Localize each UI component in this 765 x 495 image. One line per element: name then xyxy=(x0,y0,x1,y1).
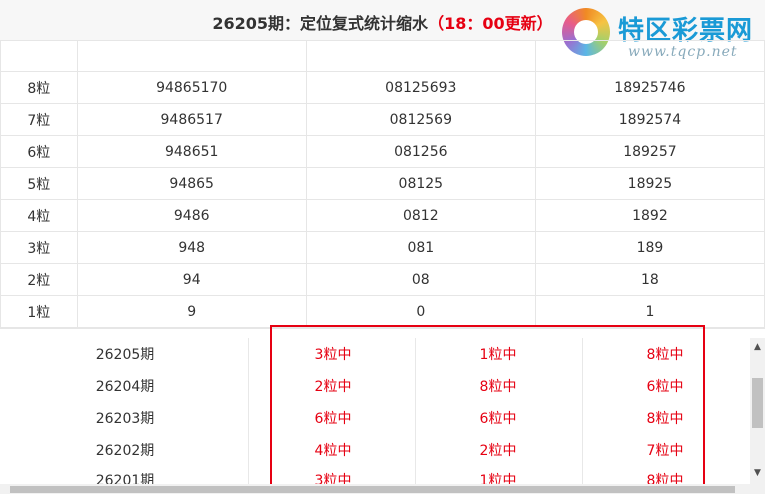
table-header-row xyxy=(0,40,765,72)
table-row: 3粒 948 081 189 xyxy=(0,231,765,264)
title-update-time: （18：00更新） xyxy=(428,14,553,33)
scroll-up-icon[interactable]: ▲ xyxy=(750,340,765,354)
period-label: 26205期 xyxy=(95,347,155,363)
row-label: 5粒 xyxy=(0,167,78,200)
scrollbar-thumb[interactable] xyxy=(752,378,763,428)
table-row: 7粒 9486517 0812569 1892574 xyxy=(0,103,765,136)
table-cell: 081 xyxy=(305,231,536,264)
period-label: 26204期 xyxy=(95,379,155,395)
table-cell: 948 xyxy=(76,231,307,264)
row-label: 1粒 xyxy=(0,295,78,328)
header-cell xyxy=(534,40,765,72)
row-label: 8粒 xyxy=(0,71,78,104)
horizontal-scrollbar-thumb[interactable] xyxy=(10,486,735,493)
table-cell: 081256 xyxy=(305,135,536,168)
table-row: 1粒 9 0 1 xyxy=(0,295,765,328)
table-row: 2粒 94 08 18 xyxy=(0,263,765,296)
table-cell: 18 xyxy=(534,263,765,296)
row-label: 7粒 xyxy=(0,103,78,136)
highlight-box xyxy=(270,325,705,491)
table-cell: 94865170 xyxy=(76,71,307,104)
table-cell: 08125693 xyxy=(305,71,536,104)
header-cell xyxy=(0,40,78,72)
table-cell: 1892 xyxy=(534,199,765,232)
table-row: 6粒 948651 081256 189257 xyxy=(0,135,765,168)
table-cell: 0812 xyxy=(305,199,536,232)
header-cell xyxy=(76,40,307,72)
title-main: 26205期：定位复式统计缩水 xyxy=(212,14,429,33)
table-cell: 0 xyxy=(305,295,536,328)
table-cell: 0812569 xyxy=(305,103,536,136)
table-cell: 189 xyxy=(534,231,765,264)
table-cell: 948651 xyxy=(76,135,307,168)
table-cell: 1 xyxy=(534,295,765,328)
header-cell xyxy=(305,40,536,72)
row-label: 4粒 xyxy=(0,199,78,232)
table-cell: 94865 xyxy=(76,167,307,200)
position-stats-table: 8粒 94865170 08125693 18925746 7粒 9486517 0812… xyxy=(0,40,765,328)
period-label: 26202期 xyxy=(95,443,155,459)
table-cell: 18925746 xyxy=(534,71,765,104)
table-cell: 9 xyxy=(76,295,307,328)
table-cell: 18925 xyxy=(534,167,765,200)
table-cell: 9486517 xyxy=(76,103,307,136)
table-cell: 08 xyxy=(305,263,536,296)
table-row: 4粒 9486 0812 1892 xyxy=(0,199,765,232)
table-cell: 9486 xyxy=(76,199,307,232)
row-label: 2粒 xyxy=(0,263,78,296)
table-cell: 08125 xyxy=(305,167,536,200)
table-row: 5粒 94865 08125 18925 xyxy=(0,167,765,200)
table-cell: 189257 xyxy=(534,135,765,168)
period-label: 26203期 xyxy=(95,411,155,427)
row-label: 3粒 xyxy=(0,231,78,264)
table-cell: 1892574 xyxy=(534,103,765,136)
table-row: 8粒 94865170 08125693 18925746 xyxy=(0,71,765,104)
row-label: 6粒 xyxy=(0,135,78,168)
table-cell: 94 xyxy=(76,263,307,296)
scroll-down-icon[interactable]: ▼ xyxy=(750,466,765,480)
